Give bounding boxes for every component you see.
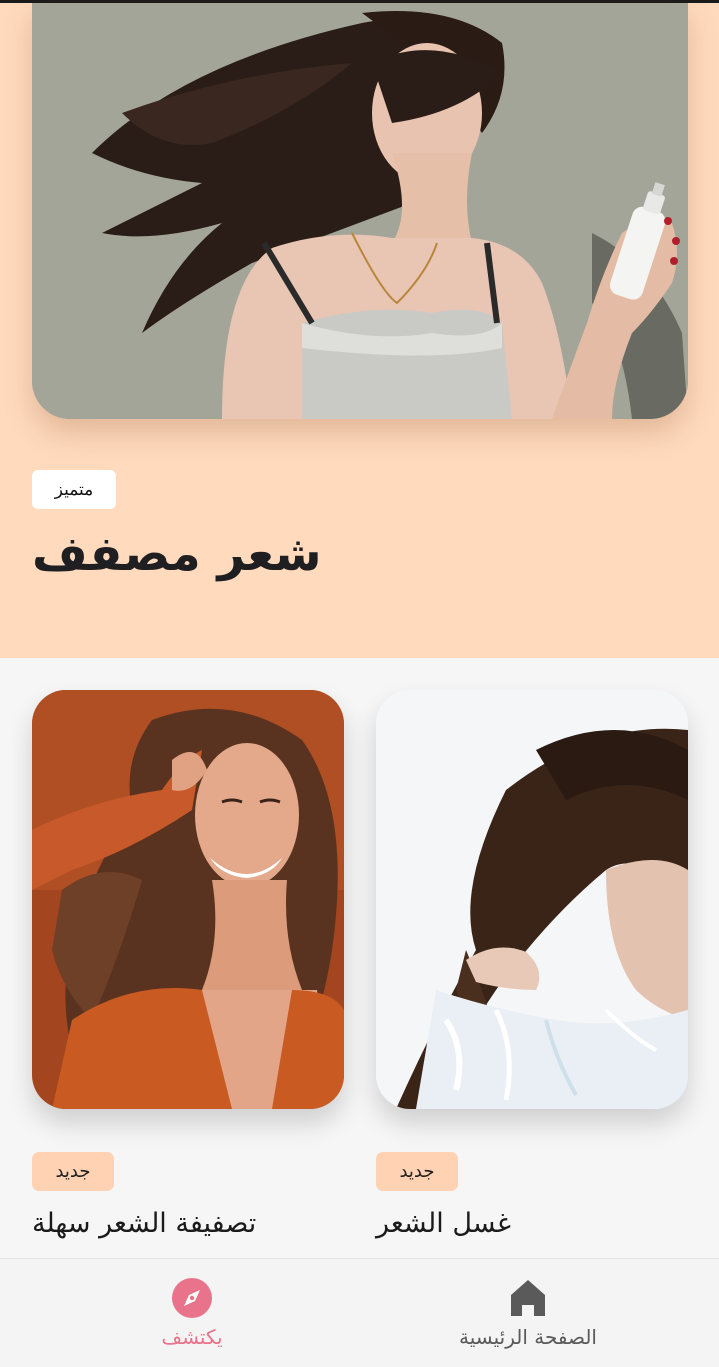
bottom-navigation: يكتشف الصفحة الرئيسية	[0, 1258, 719, 1367]
nav-label-home: الصفحة الرئيسية	[459, 1325, 597, 1349]
compass-icon	[171, 1277, 213, 1323]
articles-grid: جديد جديد تصفيفة الشعر سهلة غسل الشعر	[0, 658, 719, 1258]
featured-title[interactable]: شعر مصفف	[32, 526, 452, 584]
featured-section[interactable]: متميز شعر مصفف	[0, 3, 719, 658]
card-image-hair-washing[interactable]	[376, 690, 688, 1109]
nav-label-discover: يكتشف	[161, 1325, 223, 1349]
card-title-hair-washing[interactable]: غسل الشعر	[376, 1208, 696, 1240]
featured-image[interactable]	[32, 3, 688, 419]
nav-item-discover[interactable]: يكتشف	[72, 1259, 312, 1367]
featured-badge: متميز	[32, 470, 116, 509]
card-title-easy-hairstyle[interactable]: تصفيفة الشعر سهلة	[32, 1208, 352, 1240]
card-badge-new: جديد	[32, 1152, 114, 1191]
card-badge-new: جديد	[376, 1152, 458, 1191]
card-image-easy-hairstyle[interactable]	[32, 690, 344, 1109]
nav-item-home[interactable]: الصفحة الرئيسية	[408, 1259, 648, 1367]
home-icon	[507, 1277, 549, 1323]
